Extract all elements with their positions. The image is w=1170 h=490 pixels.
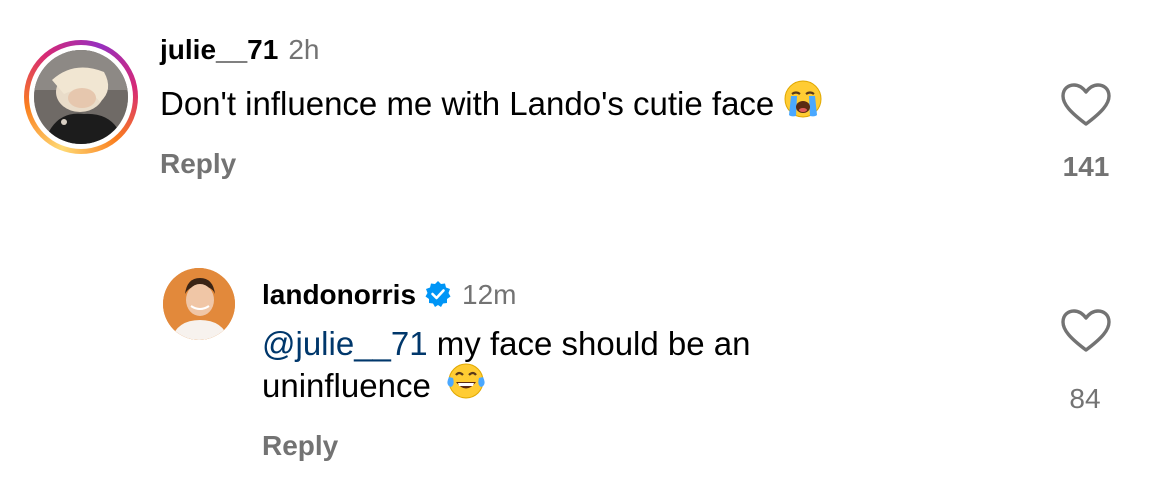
comment-meta: julie__71 2h	[160, 34, 319, 66]
username[interactable]: julie__71	[160, 34, 278, 66]
face-with-tears-of-joy-icon	[446, 361, 486, 410]
like-button[interactable]	[1060, 82, 1112, 133]
like-button[interactable]	[1060, 308, 1112, 359]
comment-meta: landonorris 12m	[262, 276, 516, 311]
avatar[interactable]	[163, 268, 235, 340]
heart-icon	[1061, 309, 1111, 352]
reply-button[interactable]: Reply	[160, 148, 236, 180]
comment-body: my face should be an	[427, 325, 751, 362]
comment-body: Don't influence me with Lando's cutie fa…	[160, 85, 775, 123]
timestamp: 12m	[462, 279, 517, 310]
mention-link[interactable]: @julie__71	[262, 325, 428, 362]
comment-julie: julie__71 2h Don't influence me with Lan…	[0, 0, 1170, 230]
story-ring-avatar[interactable]	[24, 40, 138, 154]
heart-icon	[1061, 83, 1111, 126]
comment-landonorris: landonorris 12m @julie__71 my face shoul…	[0, 230, 1170, 490]
avatar-photo-icon	[34, 50, 128, 144]
like-count: 84	[1069, 383, 1101, 414]
username[interactable]: landonorris	[262, 279, 416, 311]
verified-badge-icon	[424, 280, 452, 308]
comment-body-continued: uninfluence	[262, 367, 431, 405]
comment-line-2: uninfluence	[262, 361, 751, 413]
avatar-photo-icon	[163, 268, 235, 340]
comment-line-1: @julie__71 my face should be an	[262, 324, 751, 364]
loudly-crying-face-icon	[783, 79, 823, 128]
comment-text: @julie__71 my face should be an uninflue…	[262, 324, 751, 413]
reply-button[interactable]: Reply	[262, 430, 338, 462]
avatar	[34, 50, 128, 144]
like-count: 141	[1062, 151, 1110, 182]
comment-text: Don't influence me with Lando's cutie fa…	[160, 79, 823, 131]
timestamp: 2h	[288, 34, 320, 65]
